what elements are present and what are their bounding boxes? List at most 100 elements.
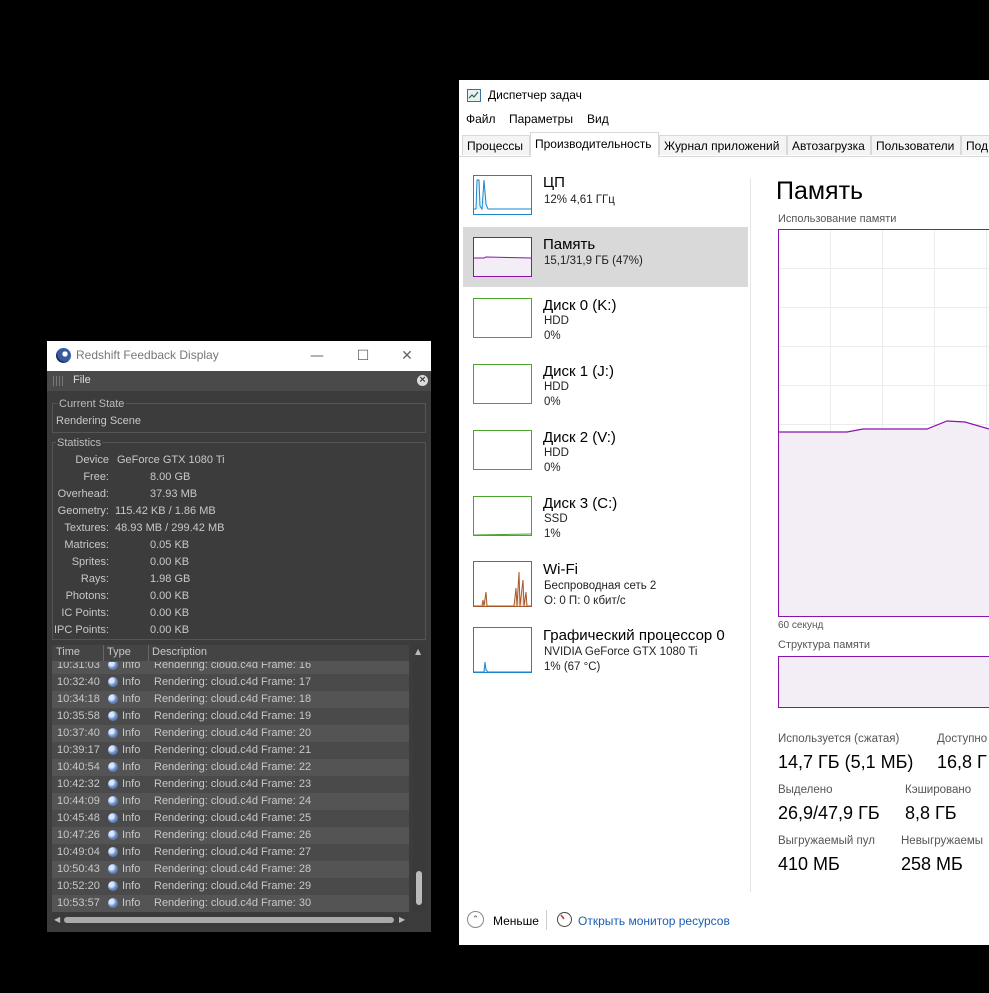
stat-key: Free:: [83, 471, 109, 483]
tab-processes[interactable]: Процессы: [462, 135, 530, 155]
close-icon[interactable]: ✕: [395, 345, 419, 367]
scroll-up-icon[interactable]: ▲: [415, 647, 421, 656]
log-description: Rendering: cloud.c4d Frame: 28: [154, 863, 312, 875]
log-description: Rendering: cloud.c4d Frame: 18: [154, 693, 312, 705]
log-row[interactable]: 10:47:26 Info Rendering: cloud.c4d Frame: …: [52, 827, 409, 844]
tab-users[interactable]: Пользователи: [871, 135, 961, 155]
task-manager-icon: [467, 89, 481, 102]
tab-details[interactable]: Под: [961, 135, 989, 155]
sidebar-item-gpu[interactable]: Графический процессор 0 NVIDIA GeForce G…: [463, 624, 748, 684]
log-type: Info: [122, 662, 141, 671]
stat-value: 0.05 KB: [150, 539, 190, 551]
log-row[interactable]: 10:34:18 Info Rendering: cloud.c4d Frame: …: [52, 691, 409, 708]
log-row[interactable]: 10:53:57 Info Rendering: cloud.c4d Frame: …: [52, 895, 409, 912]
sidebar-disk2-line1: HDD: [544, 447, 569, 459]
sidebar-item-memory[interactable]: Память 15,1/31,9 ГБ (47%): [463, 227, 748, 287]
memory-structure-label: Структура памяти: [778, 639, 871, 651]
info-icon: [108, 779, 118, 789]
minimize-icon[interactable]: —: [305, 345, 329, 367]
disk-1-thumbnail: [473, 364, 532, 404]
scroll-right-icon[interactable]: ▶: [399, 915, 405, 924]
info-icon: [108, 677, 118, 687]
tab-startup[interactable]: Автозагрузка: [787, 135, 871, 155]
sidebar-gpu-name: Графический процессор 0: [543, 627, 725, 644]
log-row[interactable]: 10:31:03 Info Rendering: cloud.c4d Frame: …: [52, 662, 409, 674]
redshift-menubar: File ×: [47, 371, 431, 391]
log-row[interactable]: 10:37:40 Info Rendering: cloud.c4d Frame: …: [52, 725, 409, 742]
stat-key: Photons:: [65, 590, 109, 602]
sidebar-item-cpu[interactable]: ЦП 12% 4,61 ГГц: [463, 171, 748, 231]
log-time: 10:31:03: [57, 662, 100, 671]
log-row[interactable]: 10:39:17 Info Rendering: cloud.c4d Frame: …: [52, 742, 409, 759]
log-col-type[interactable]: Type: [107, 646, 131, 658]
sidebar-gpu-line1: NVIDIA GeForce GTX 1080 Ti: [544, 646, 698, 658]
fewer-details-button[interactable]: Меньше: [493, 914, 539, 928]
log-type: Info: [122, 812, 141, 824]
disk-0-thumbnail: [473, 298, 532, 338]
page-title: Память: [776, 177, 864, 205]
log-row[interactable]: 10:49:04 Info Rendering: cloud.c4d Frame: …: [52, 844, 409, 861]
stat-value: 8.00 GB: [150, 471, 191, 483]
log-row[interactable]: 10:45:48 Info Rendering: cloud.c4d Frame: …: [52, 810, 409, 827]
log-row[interactable]: 10:52:20 Info Rendering: cloud.c4d Frame: …: [52, 878, 409, 895]
stat-key: Rays:: [80, 573, 109, 585]
log-vertical-scrollbar[interactable]: ▲: [413, 645, 425, 913]
sidebar-item-disk-1[interactable]: Диск 1 (J:) HDD 0%: [463, 360, 748, 420]
grip-icon[interactable]: [53, 376, 64, 386]
gpu-thumbnail: [473, 627, 532, 673]
info-icon: [108, 881, 118, 891]
log-time: 10:47:26: [57, 829, 100, 841]
current-state-label: Current State: [57, 398, 127, 410]
sidebar-disk1-name: Диск 1 (J:): [543, 363, 614, 380]
log-row[interactable]: 10:42:32 Info Rendering: cloud.c4d Frame: …: [52, 776, 409, 793]
sidebar-memory-name: Память: [543, 236, 596, 253]
wifi-thumbnail: [473, 561, 532, 607]
log-description: Rendering: cloud.c4d Frame: 26: [154, 829, 312, 841]
menu-options[interactable]: Параметры: [509, 112, 573, 126]
hscroll-thumb[interactable]: [64, 917, 394, 923]
memory-thumbnail: [473, 237, 532, 277]
chevron-up-icon[interactable]: ⌃: [467, 911, 484, 928]
redshift-titlebar[interactable]: Redshift Feedback Display — ☐ ✕: [47, 341, 431, 371]
log-time: 10:32:40: [57, 676, 100, 688]
log-type: Info: [122, 693, 141, 705]
stat-key: Device: [75, 454, 109, 466]
scroll-left-icon[interactable]: ◀: [54, 915, 60, 924]
log-row[interactable]: 10:32:40 Info Rendering: cloud.c4d Frame: …: [52, 674, 409, 691]
log-col-description[interactable]: Description: [152, 646, 207, 658]
log-time: 10:34:18: [57, 693, 100, 705]
tab-app-history[interactable]: Журнал приложений: [659, 135, 787, 155]
log-description: Rendering: cloud.c4d Frame: 21: [154, 744, 312, 756]
panel-close-icon[interactable]: ×: [417, 375, 428, 386]
sidebar-item-disk-3[interactable]: Диск 3 (C:) SSD 1%: [463, 492, 748, 552]
sidebar-disk3-name: Диск 3 (C:): [543, 495, 618, 512]
sidebar-disk3-line1: SSD: [544, 513, 568, 525]
scroll-thumb[interactable]: [416, 871, 422, 905]
menu-view[interactable]: Вид: [587, 112, 609, 126]
log-row[interactable]: 10:50:43 Info Rendering: cloud.c4d Frame: …: [52, 861, 409, 878]
log-description: Rendering: cloud.c4d Frame: 23: [154, 778, 312, 790]
metric-committed-label: Выделено: [778, 784, 833, 796]
maximize-icon[interactable]: ☐: [351, 345, 375, 367]
window-title: Диспетчер задач: [488, 88, 582, 102]
log-row[interactable]: 10:44:09 Info Rendering: cloud.c4d Frame: …: [52, 793, 409, 810]
log-type: Info: [122, 778, 141, 790]
log-time: 10:37:40: [57, 727, 100, 739]
menu-file[interactable]: Файл: [466, 112, 496, 126]
log-horizontal-scrollbar[interactable]: ◀ ▶: [52, 914, 409, 926]
sidebar-item-disk-0[interactable]: Диск 0 (K:) HDD 0%: [463, 294, 748, 354]
stat-key: IC Points:: [61, 607, 109, 619]
log-type: Info: [122, 710, 141, 722]
tab-performance[interactable]: Производительность: [530, 132, 659, 157]
sidebar-item-wifi[interactable]: Wi-Fi Беспроводная сеть 2 О: 0 П: 0 кбит…: [463, 558, 748, 618]
metric-nonpaged-pool-value: 258 МБ: [901, 854, 963, 874]
log-col-time[interactable]: Time: [56, 646, 80, 658]
open-resource-monitor-link[interactable]: Открыть монитор ресурсов: [578, 914, 730, 928]
stat-key: IPC Points:: [53, 624, 109, 636]
sidebar-item-disk-2[interactable]: Диск 2 (V:) HDD 0%: [463, 426, 748, 486]
log-row[interactable]: 10:40:54 Info Rendering: cloud.c4d Frame: …: [52, 759, 409, 776]
statistics-label: Statistics: [56, 437, 103, 449]
log-row[interactable]: 10:35:58 Info Rendering: cloud.c4d Frame: …: [52, 708, 409, 725]
log-description: Rendering: cloud.c4d Frame: 25: [154, 812, 312, 824]
menu-file[interactable]: File: [73, 374, 91, 386]
